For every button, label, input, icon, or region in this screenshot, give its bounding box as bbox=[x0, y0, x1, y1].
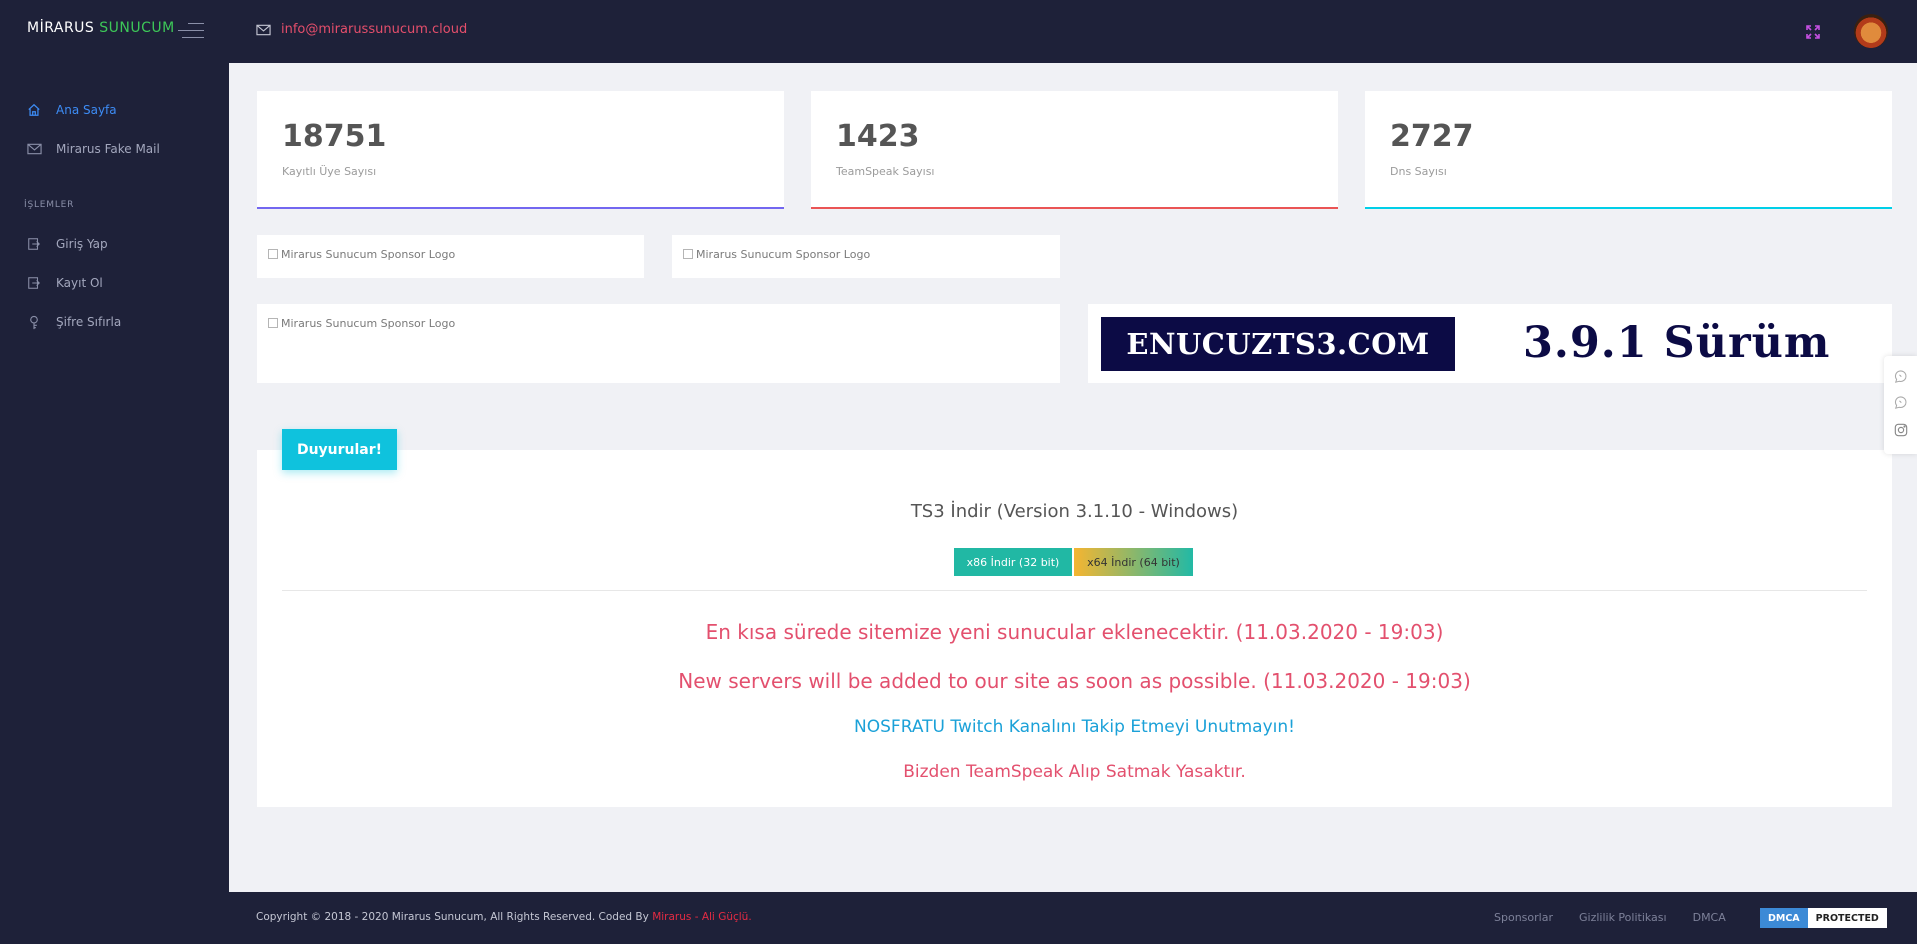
divider bbox=[282, 590, 1867, 591]
stat-accent-bar bbox=[257, 207, 784, 209]
download-title: TS3 İndir (Version 3.1.10 - Windows) bbox=[910, 501, 1239, 522]
download-x86-button[interactable]: x86 İndir (32 bit) bbox=[954, 548, 1072, 576]
broken-image-icon bbox=[268, 249, 278, 259]
announcement-line: New servers will be added to our site as… bbox=[678, 669, 1471, 693]
sponsor-logo-1[interactable]: Mirarus Sunucum Sponsor Logo bbox=[257, 235, 644, 278]
announcement-twitch-link[interactable]: NOSFRATU Twitch Kanalını Takip Etmeyi Un… bbox=[257, 717, 1892, 737]
download-x64-button[interactable]: x64 İndir (64 bit) bbox=[1074, 548, 1193, 576]
fullscreen-icon[interactable] bbox=[1805, 24, 1821, 40]
footer-links: Sponsorlar Gizlilik Politikası DMCA bbox=[1494, 911, 1752, 924]
footer-link-privacy[interactable]: Gizlilik Politikası bbox=[1579, 911, 1667, 924]
envelope-icon bbox=[256, 24, 271, 36]
key-icon bbox=[26, 314, 42, 330]
header-email-text: info@mirarussunucum.cloud bbox=[281, 22, 468, 37]
mail-icon bbox=[26, 141, 42, 157]
sidebar-item-register[interactable]: Kayıt Ol bbox=[26, 273, 103, 293]
instagram-icon[interactable] bbox=[1894, 422, 1908, 437]
dmca-badge-right: PROTECTED bbox=[1807, 908, 1887, 928]
announcements-badge: Duyurular! bbox=[282, 429, 397, 470]
download-buttons: x86 İndir (32 bit) x64 İndir (64 bit) bbox=[954, 548, 1195, 576]
sidebar-item-label: Giriş Yap bbox=[56, 237, 108, 251]
dmca-badge-left: DMCA bbox=[1760, 908, 1808, 928]
dmca-badge[interactable]: DMCA PROTECTED bbox=[1760, 908, 1887, 928]
sponsor-logo-3[interactable]: Mirarus Sunucum Sponsor Logo bbox=[257, 304, 1060, 383]
footer-link-dmca[interactable]: DMCA bbox=[1693, 911, 1726, 924]
copyright-text: Copyright © 2018 - 2020 Mirarus Sunucum,… bbox=[256, 911, 653, 923]
register-icon bbox=[26, 275, 42, 291]
author-link[interactable]: Mirarus - Ali Güçlü. bbox=[652, 911, 751, 923]
sidebar-item-label: Şifre Sıfırla bbox=[56, 315, 122, 329]
footer-link-sponsors[interactable]: Sponsorlar bbox=[1494, 911, 1553, 924]
sidebar-item-label: Mirarus Fake Mail bbox=[56, 142, 160, 156]
header-email-link[interactable]: info@mirarussunucum.cloud bbox=[256, 22, 467, 37]
brand-part2: SUNUCUM bbox=[99, 20, 175, 36]
sidebar-item-label: Kayıt Ol bbox=[56, 276, 103, 290]
broken-image-icon bbox=[268, 318, 278, 328]
sidebar-item-reset-password[interactable]: Şifre Sıfırla bbox=[26, 312, 121, 332]
sponsor-logo-2[interactable]: Mirarus Sunucum Sponsor Logo bbox=[672, 235, 1060, 278]
stat-value: 2727 bbox=[1390, 119, 1474, 154]
banner-right-text: 3.9.1 Sürüm bbox=[1523, 318, 1831, 368]
top-header: info@mirarussunucum.cloud bbox=[229, 0, 1917, 63]
sponsor-alt-text: Mirarus Sunucum Sponsor Logo bbox=[696, 248, 871, 261]
sidebar-item-fake-mail[interactable]: Mirarus Fake Mail bbox=[26, 139, 160, 159]
chat-icon[interactable] bbox=[1894, 368, 1908, 383]
social-sidebar bbox=[1884, 356, 1917, 454]
sidebar-item-login[interactable]: Giriş Yap bbox=[26, 234, 108, 254]
sponsor-alt-text: Mirarus Sunucum Sponsor Logo bbox=[281, 248, 456, 261]
stat-value: 18751 bbox=[282, 119, 387, 154]
login-icon bbox=[26, 236, 42, 252]
brand-logo[interactable]: MİRARUS SUNUCUM bbox=[27, 20, 175, 36]
sidebar: MİRARUS SUNUCUM Ana Sayfa Mirarus Fake M… bbox=[0, 0, 229, 944]
avatar[interactable] bbox=[1854, 14, 1888, 48]
sponsor-alt-text: Mirarus Sunucum Sponsor Logo bbox=[281, 317, 456, 330]
announcements-panel: TS3 İndir (Version 3.1.10 - Windows) x86… bbox=[257, 450, 1892, 807]
sponsor-banner[interactable]: ENUCUZTS3.COM 3.9.1 Sürüm bbox=[1088, 304, 1892, 383]
menu-toggle-icon[interactable] bbox=[178, 23, 204, 39]
stat-accent-bar bbox=[811, 207, 1338, 209]
stat-card-teamspeak: 1423 TeamSpeak Sayısı bbox=[811, 91, 1338, 209]
chat-icon[interactable] bbox=[1894, 394, 1908, 409]
sidebar-item-home[interactable]: Ana Sayfa bbox=[26, 100, 117, 120]
home-icon bbox=[26, 102, 42, 118]
stat-label: Dns Sayısı bbox=[1390, 165, 1447, 178]
stat-value: 1423 bbox=[836, 119, 920, 154]
announcement-line: En kısa sürede sitemize yeni sunucular e… bbox=[705, 620, 1444, 644]
sidebar-item-label: Ana Sayfa bbox=[56, 103, 117, 117]
brand-part1: MİRARUS bbox=[27, 20, 100, 36]
stat-label: Kayıtlı Üye Sayısı bbox=[282, 165, 377, 178]
footer: Copyright © 2018 - 2020 Mirarus Sunucum,… bbox=[229, 892, 1917, 944]
stat-card-members: 18751 Kayıtlı Üye Sayısı bbox=[257, 91, 784, 209]
stat-accent-bar bbox=[1365, 207, 1892, 209]
stat-label: TeamSpeak Sayısı bbox=[836, 165, 935, 178]
section-label: İŞLEMLER bbox=[24, 200, 75, 210]
announcement-line: Bizden TeamSpeak Alıp Satmak Yasaktır. bbox=[903, 762, 1246, 782]
stat-card-dns: 2727 Dns Sayısı bbox=[1365, 91, 1892, 209]
copyright: Copyright © 2018 - 2020 Mirarus Sunucum,… bbox=[256, 911, 752, 923]
broken-image-icon bbox=[683, 249, 693, 259]
banner-left-text: ENUCUZTS3.COM bbox=[1101, 317, 1455, 371]
